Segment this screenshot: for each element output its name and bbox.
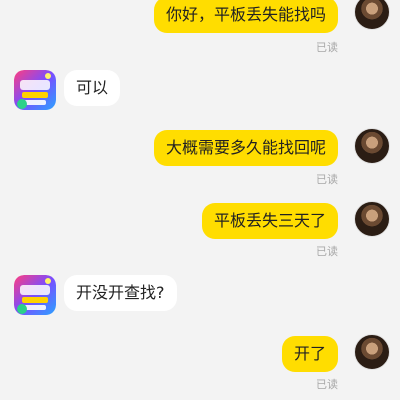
- read-receipt: 已读: [316, 245, 338, 258]
- read-receipt: 已读: [316, 41, 338, 54]
- read-receipt: 已读: [316, 173, 338, 186]
- message-bubble-incoming[interactable]: 开没开查找?: [64, 275, 177, 311]
- message-bubble-outgoing[interactable]: 开了: [281, 336, 338, 372]
- shop-logo-icon: [14, 275, 56, 315]
- user-avatar[interactable]: [354, 0, 390, 30]
- message-bubble-outgoing[interactable]: 你好，平板丢失能找吗: [153, 0, 338, 33]
- shop-avatar[interactable]: [14, 275, 56, 315]
- message-bubble-outgoing[interactable]: 平板丢失三天了: [201, 203, 338, 239]
- shop-avatar[interactable]: [14, 70, 56, 110]
- user-avatar[interactable]: [354, 334, 390, 370]
- message-bubble-incoming[interactable]: 可以: [64, 70, 121, 106]
- read-receipt: 已读: [316, 378, 338, 391]
- message-bubble-outgoing[interactable]: 大概需要多久能找回呢: [153, 130, 338, 166]
- user-avatar[interactable]: [354, 201, 390, 237]
- shop-logo-icon: [14, 70, 56, 110]
- user-avatar[interactable]: [354, 128, 390, 164]
